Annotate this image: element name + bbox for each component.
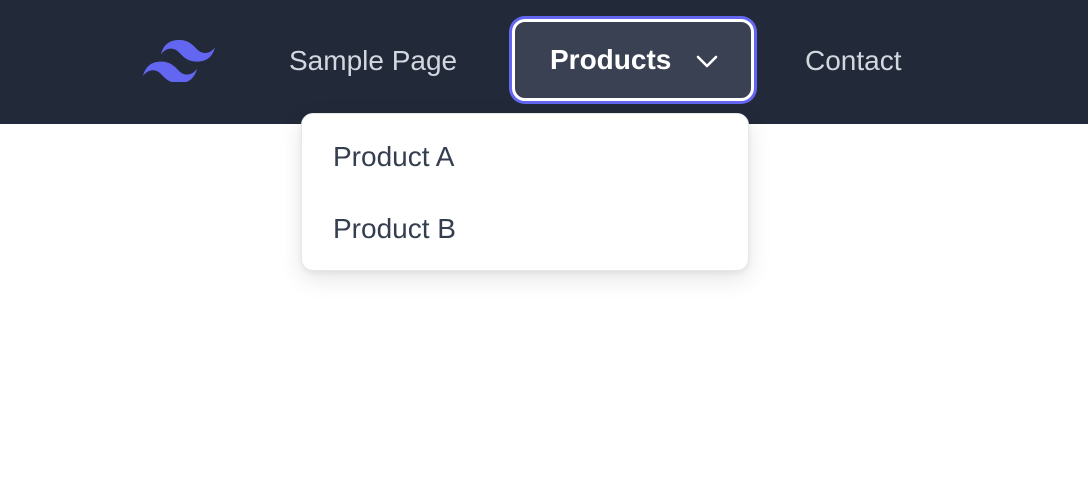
nav-link-sample-page[interactable]: Sample Page: [289, 40, 457, 82]
top-navbar: Sample Page Products Contact: [0, 0, 1088, 124]
nav-link-contact[interactable]: Contact: [805, 40, 902, 82]
tailwind-wave-logo-icon[interactable]: [143, 38, 215, 82]
chevron-down-icon: [696, 55, 718, 68]
products-button-label: Products: [550, 44, 672, 75]
products-dropdown-menu: Product A Product B: [301, 113, 749, 271]
dropdown-item-product-b[interactable]: Product B: [333, 209, 456, 249]
dropdown-item-product-a[interactable]: Product A: [333, 137, 454, 177]
products-dropdown-button[interactable]: Products: [512, 19, 754, 101]
